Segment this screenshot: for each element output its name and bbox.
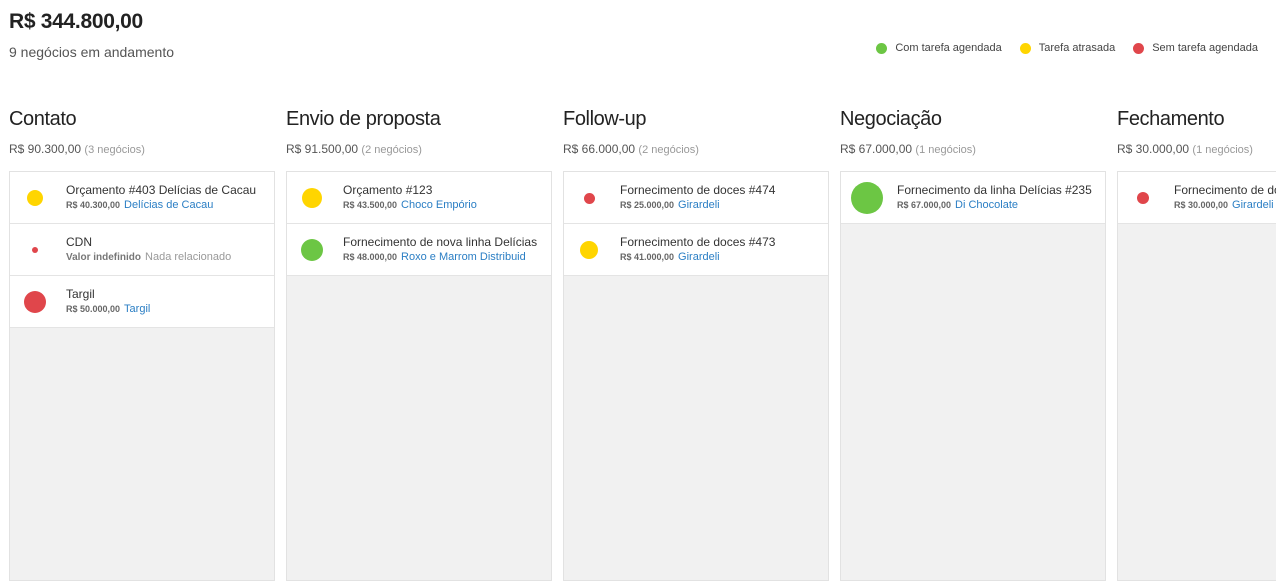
stage-drop-area[interactable]: Fornecimento de doces R$ 30.000,00Girard… — [1117, 171, 1276, 581]
deal-meta: R$ 41.000,00 Girardeli — [620, 251, 826, 263]
deal-card[interactable]: Orçamento #123 R$ 43.500,00 Choco Empório — [287, 172, 551, 224]
stage-title: Follow-up — [563, 108, 647, 130]
deal-value: R$ 41.000,00 — [620, 252, 675, 262]
overdue-status-icon — [302, 188, 322, 208]
deal-title[interactable]: Fornecimento da linha Delícias #235 — [897, 183, 1103, 197]
stage-drop-area[interactable]: Fornecimento de doces #474 R$ 25.000,00 G… — [563, 171, 829, 581]
stage-sum: R$ 67.000,00 — [840, 142, 913, 156]
deal-value: R$ 43.500,00 — [343, 200, 398, 210]
red-dot-icon — [1133, 42, 1145, 54]
stage-count: (1 negócios) — [1192, 144, 1253, 156]
deal-card[interactable]: Fornecimento de nova linha Delícias R$ 4… — [287, 224, 551, 276]
stage-title: Fechamento — [1117, 108, 1225, 130]
stage-summary: R$ 91.500,00 (2 negócios) — [286, 141, 552, 157]
deal-title[interactable]: Fornecimento de nova linha Delícias — [343, 235, 549, 249]
deal-organization: Nada relacionado — [145, 251, 232, 263]
stage-summary: R$ 67.000,00 (1 negócios) — [840, 141, 1106, 157]
deal-meta: R$ 25.000,00 Girardeli — [620, 199, 826, 211]
stage-drop-area[interactable]: Orçamento #403 Delícias de Cacau R$ 40.3… — [9, 171, 275, 581]
deal-meta: R$ 30.000,00 Girardeli — [1174, 199, 1276, 211]
stage-column-fechamento: Fechamento R$ 30.000,00 (1 negócios) For… — [1117, 106, 1276, 581]
stage-drop-area[interactable]: Orçamento #123 R$ 43.500,00 Choco Empório… — [286, 171, 552, 581]
deal-title[interactable]: Fornecimento de doces #473 — [620, 235, 826, 249]
deal-card[interactable]: Fornecimento de doces #473 R$ 41.000,00 G… — [564, 224, 828, 276]
deal-meta: R$ 43.500,00 Choco Empório — [343, 199, 549, 211]
legend-label: Tarefa atrasada — [1038, 42, 1116, 54]
stage-count: (1 negócios) — [915, 144, 976, 156]
pipeline-total: R$ 344.800,00 — [9, 10, 143, 33]
overdue-status-icon — [27, 190, 43, 206]
stage-count: (3 negócios) — [84, 144, 145, 156]
stage-summary: R$ 66.000,00 (2 negócios) — [563, 141, 829, 157]
stage-title: Envio de proposta — [286, 108, 441, 130]
deal-value: R$ 40.300,00 — [66, 200, 121, 210]
deal-title[interactable]: Orçamento #123 — [343, 183, 549, 197]
deal-value: Valor indefinido — [66, 252, 142, 263]
no-task-status-icon — [32, 247, 38, 253]
deal-organization-link[interactable]: Girardeli — [1232, 199, 1274, 211]
stage-column-envio-de-proposta: Envio de proposta R$ 91.500,00 (2 negóci… — [286, 106, 552, 581]
no-task-status-icon — [584, 193, 595, 204]
legend-item-overdue: Tarefa atrasada — [1019, 42, 1116, 54]
deal-meta: R$ 48.000,00 Roxo e Marrom Distribuid — [343, 251, 549, 263]
deal-card[interactable]: Orçamento #403 Delícias de Cacau R$ 40.3… — [10, 172, 274, 224]
deal-title[interactable]: Orçamento #403 Delícias de Cacau — [66, 183, 272, 197]
deal-organization-link[interactable]: Girardeli — [678, 251, 720, 263]
stage-sum: R$ 91.500,00 — [286, 142, 359, 156]
yellow-dot-icon — [1019, 42, 1031, 54]
deal-card[interactable]: Fornecimento de doces #474 R$ 25.000,00 G… — [564, 172, 828, 224]
deal-title[interactable]: CDN — [66, 235, 272, 249]
legend-label: Com tarefa agendada — [895, 42, 1002, 54]
stage-title: Contato — [9, 108, 77, 130]
scheduled-status-icon — [851, 182, 883, 214]
deal-meta: R$ 40.300,00 Delícias de Cacau — [66, 199, 272, 211]
deal-value: R$ 67.000,00 — [897, 200, 952, 210]
deal-value: R$ 48.000,00 — [343, 252, 398, 262]
deal-organization-link[interactable]: Girardeli — [678, 199, 720, 211]
deal-value: R$ 50.000,00 — [66, 304, 121, 314]
deal-organization-link[interactable]: Targil — [124, 303, 150, 315]
stage-sum: R$ 66.000,00 — [563, 142, 636, 156]
stage-column-follow-up: Follow-up R$ 66.000,00 (2 negócios) Forn… — [563, 106, 829, 581]
stage-drop-area[interactable]: Fornecimento da linha Delícias #235 R$ 6… — [840, 171, 1106, 581]
overdue-status-icon — [580, 241, 598, 259]
deal-organization-link[interactable]: Di Chocolate — [955, 199, 1018, 211]
legend-label: Sem tarefa agendada — [1152, 42, 1258, 54]
stage-summary: R$ 90.300,00 (3 negócios) — [9, 141, 275, 157]
no-task-status-icon — [1137, 192, 1149, 204]
stage-summary: R$ 30.000,00 (1 negócios) — [1117, 141, 1276, 157]
status-legend: Com tarefa agendada Tarefa atrasada Sem … — [858, 42, 1258, 54]
deal-card[interactable]: Fornecimento de doces R$ 30.000,00Girard… — [1118, 172, 1276, 224]
green-dot-icon — [876, 42, 888, 54]
deal-organization-link[interactable]: Roxo e Marrom Distribuid — [401, 251, 526, 263]
stage-sum: R$ 30.000,00 — [1117, 142, 1190, 156]
pipeline-board: Contato R$ 90.300,00 (3 negócios) Orçame… — [9, 106, 1276, 581]
stage-column-negociacao: Negociação R$ 67.000,00 (1 negócios) For… — [840, 106, 1106, 581]
deal-meta: R$ 50.000,00 Targil — [66, 303, 272, 315]
deal-card[interactable]: Targil R$ 50.000,00 Targil — [10, 276, 274, 328]
deal-card[interactable]: CDN Valor indefinido Nada relacionado — [10, 224, 274, 276]
no-task-status-icon — [24, 291, 46, 313]
deal-value: R$ 30.000,00 — [1174, 200, 1229, 210]
deal-title[interactable]: Targil — [66, 287, 272, 301]
deal-organization-link[interactable]: Choco Empório — [401, 199, 477, 211]
legend-item-no-task: Sem tarefa agendada — [1133, 42, 1258, 54]
deal-title[interactable]: Fornecimento de doces #474 — [620, 183, 826, 197]
deal-organization-link[interactable]: Delícias de Cacau — [124, 199, 213, 211]
stage-count: (2 negócios) — [638, 144, 699, 156]
deal-card[interactable]: Fornecimento da linha Delícias #235 R$ 6… — [841, 172, 1105, 224]
stage-count: (2 negócios) — [361, 144, 422, 156]
stage-column-contato: Contato R$ 90.300,00 (3 negócios) Orçame… — [9, 106, 275, 581]
deal-title[interactable]: Fornecimento de doces — [1174, 183, 1276, 197]
deals-in-progress: 9 negócios em andamento — [9, 44, 174, 60]
stage-sum: R$ 90.300,00 — [9, 142, 82, 156]
scheduled-status-icon — [301, 239, 323, 261]
stage-title: Negociação — [840, 108, 942, 130]
legend-item-scheduled: Com tarefa agendada — [876, 42, 1002, 54]
deal-meta: Valor indefinido Nada relacionado — [66, 251, 272, 263]
deal-meta: R$ 67.000,00 Di Chocolate — [897, 199, 1103, 211]
deal-value: R$ 25.000,00 — [620, 200, 675, 210]
